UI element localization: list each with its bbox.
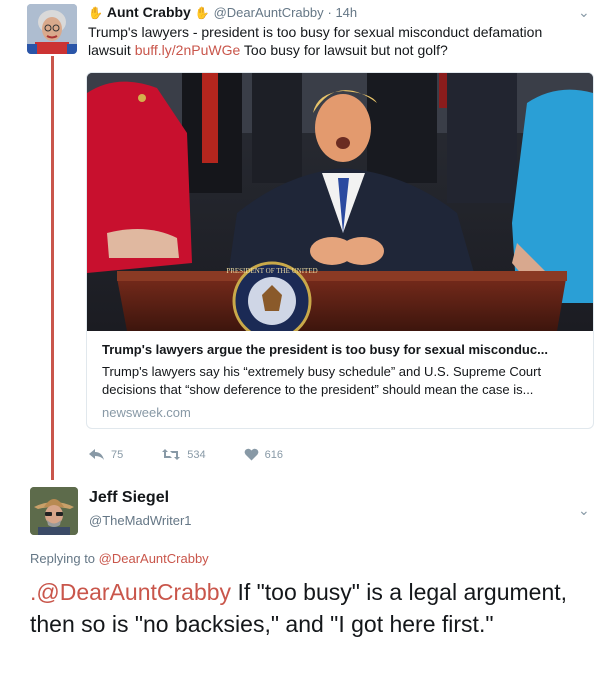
- tweet-text: Trump's lawyers - president is too busy …: [88, 23, 588, 59]
- heart-icon: [244, 448, 258, 461]
- card-body[interactable]: Trump's lawyers argue the president is t…: [102, 341, 580, 420]
- chevron-down-icon[interactable]: ⌄: [578, 4, 590, 21]
- raised-hand-emoji-icon: ✋: [88, 6, 103, 20]
- mention-link[interactable]: .@DearAuntCrabby: [30, 579, 231, 605]
- username[interactable]: @DearAuntCrabby: [214, 5, 324, 20]
- thread-line: [51, 56, 54, 480]
- like-count: 616: [264, 448, 283, 461]
- replying-to-mention[interactable]: @DearAuntCrabby: [99, 551, 209, 566]
- display-name[interactable]: Jeff Siegel: [89, 489, 169, 507]
- card-domain[interactable]: newsweek.com: [102, 405, 580, 420]
- card-title[interactable]: Trump's lawyers argue the president is t…: [102, 341, 580, 359]
- raised-hand-emoji-icon: ✋: [194, 6, 210, 20]
- avatar[interactable]: [30, 487, 78, 535]
- seal-lettering: PRESIDENT OF THE UNITED: [226, 267, 317, 275]
- retweet-count: 534: [187, 448, 206, 461]
- display-name[interactable]: Aunt Crabby: [107, 4, 191, 20]
- like-button[interactable]: 616: [244, 448, 283, 461]
- retweet-icon: [162, 449, 181, 460]
- reply-icon: [89, 449, 104, 460]
- tweet-text: .@DearAuntCrabby If "too busy" is a lega…: [30, 576, 590, 640]
- replying-to: Replying to @DearAuntCrabby: [30, 551, 209, 566]
- tweet-text-part: Too busy for lawsuit but not golf?: [240, 42, 448, 58]
- tweet-actions: 75 534 616: [88, 448, 321, 461]
- card-image[interactable]: PRESIDENT OF THE UNITED: [87, 73, 593, 331]
- reply-count: 75: [111, 448, 124, 461]
- avatar[interactable]: [27, 4, 77, 54]
- replying-to-label: Replying to: [30, 551, 99, 566]
- card-description: Trump's lawyers say his “extremely busy …: [102, 364, 542, 397]
- chevron-down-icon[interactable]: ⌄: [578, 502, 590, 519]
- reply-button[interactable]: 75: [88, 448, 123, 461]
- username[interactable]: @TheMadWriter1: [89, 513, 192, 528]
- tweet-header: ✋ Aunt Crabby ✋ @DearAuntCrabby · 14h: [88, 4, 357, 20]
- timestamp[interactable]: · 14h: [328, 5, 358, 20]
- link-card[interactable]: PRESIDENT OF THE UNITED Trump's lawyers …: [86, 72, 594, 429]
- tweet-link[interactable]: buff.ly/2nPuWGe: [135, 42, 241, 58]
- retweet-button[interactable]: 534: [161, 448, 206, 461]
